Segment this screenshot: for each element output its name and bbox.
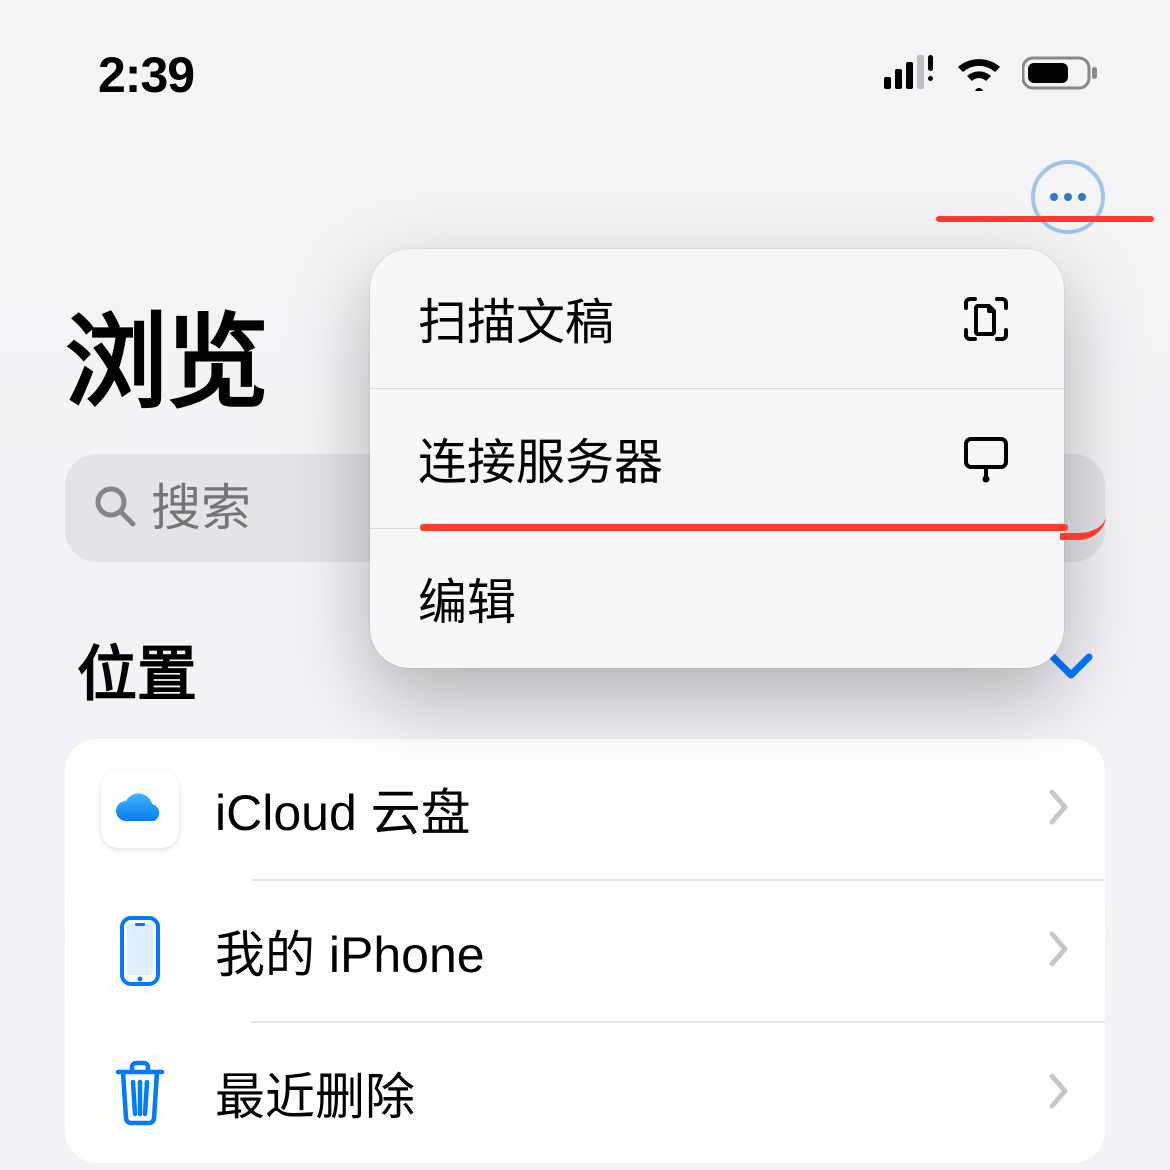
- search-icon: [93, 484, 137, 533]
- more-button[interactable]: [1031, 160, 1105, 234]
- doc-scan-icon: [958, 294, 1014, 344]
- more-menu: 扫描文稿 连接服务器 编辑: [370, 249, 1064, 668]
- annotation-underline-more: [936, 216, 1154, 222]
- battery-icon: [1022, 55, 1100, 96]
- locations-title: 位置: [77, 626, 197, 713]
- location-item-icloud[interactable]: iCloud 云盘: [65, 739, 1105, 879]
- trash-icon: [101, 1054, 179, 1132]
- location-item-iphone[interactable]: 我的 iPhone: [65, 881, 1105, 1021]
- chevron-right-icon: [1049, 931, 1069, 972]
- menu-item-scan-documents[interactable]: 扫描文稿: [370, 249, 1064, 389]
- list-item-label: 最近删除: [215, 1057, 1013, 1129]
- chevron-right-icon: [1049, 1073, 1069, 1114]
- icloud-icon: [101, 770, 179, 848]
- menu-item-label: 扫描文稿: [418, 283, 614, 354]
- chevron-down-icon: [1049, 653, 1093, 686]
- iphone-icon: [101, 912, 179, 990]
- menu-item-connect-server[interactable]: 连接服务器: [370, 389, 1064, 529]
- menu-item-edit[interactable]: 编辑: [370, 529, 1064, 668]
- menu-item-label: 编辑: [418, 563, 516, 634]
- chevron-right-icon: [1049, 789, 1069, 830]
- list-item-label: 我的 iPhone: [215, 915, 1013, 987]
- status-bar: 2:39: [0, 0, 1170, 110]
- ellipsis-icon: [1050, 193, 1058, 201]
- list-item-label: iCloud 云盘: [215, 773, 1013, 845]
- wifi-icon: [954, 55, 1004, 96]
- server-connect-icon: [958, 433, 1014, 485]
- locations-list: iCloud 云盘 我的 iPhone 最近删除: [65, 739, 1105, 1163]
- location-item-recently-deleted[interactable]: 最近删除: [65, 1023, 1105, 1163]
- status-time: 2:39: [98, 46, 194, 104]
- status-indicators: [884, 55, 1100, 96]
- cellular-icon: [884, 55, 936, 96]
- menu-item-label: 连接服务器: [418, 423, 663, 494]
